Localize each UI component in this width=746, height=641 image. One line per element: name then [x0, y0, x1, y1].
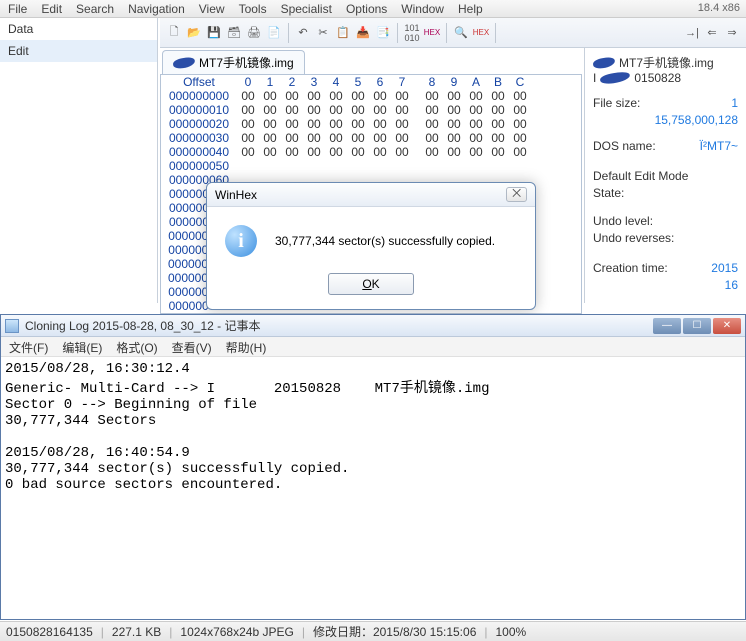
winhex-dialog: WinHex ⨉ i 30,777,344 sector(s) successf…	[206, 182, 536, 310]
status-bar: 0150828164135| 227.1 KB| 1024x768x24b JP…	[0, 621, 746, 641]
dialog-message: 30,777,344 sector(s) successfully copied…	[275, 234, 495, 248]
undo-level-label: Undo level:	[593, 214, 653, 228]
dos-name-value: Ï²MT7~	[700, 139, 738, 153]
tb-prop-icon[interactable]: 📄	[266, 25, 282, 41]
file-size-label: File size:	[593, 96, 640, 110]
tb-bin-icon[interactable]: 101010	[404, 25, 420, 41]
version-label: 18.4 x86	[698, 2, 740, 14]
left-item-edit[interactable]: Edit	[0, 40, 157, 62]
prop-filename: MT7手机镜像.img	[619, 54, 714, 71]
undo-reverses-label: Undo reverses:	[593, 231, 674, 245]
dialog-close-icon[interactable]: ⨉	[506, 187, 527, 202]
close-button[interactable]: ✕	[713, 318, 741, 334]
tb-paste-icon[interactable]: 📥	[355, 25, 371, 41]
status-1: 0150828164135	[6, 625, 93, 639]
notepad-text[interactable]: 2015/08/28, 16:30:12.4 Generic- Multi-Ca…	[1, 357, 745, 497]
menu-file[interactable]: File	[8, 2, 27, 16]
tb-save-icon[interactable]: 💾	[206, 25, 222, 41]
tb-new-icon[interactable]: 🗋	[166, 25, 182, 41]
toolbar: 🗋 📂 💾 🗃 🖨 📄 ↶ ✂ 📋 📥 📑 101010 HEX 🔍 HEX →…	[160, 18, 746, 48]
left-item-data[interactable]: Data	[0, 18, 157, 40]
tb-print-icon[interactable]: 🖨	[246, 25, 262, 41]
menu-help[interactable]: Help	[458, 2, 483, 16]
notepad-icon	[5, 319, 19, 333]
np-menu-edit[interactable]: 编辑(E)	[62, 339, 102, 354]
menu-navigation[interactable]: Navigation	[128, 2, 185, 16]
tb-hex-icon[interactable]: HEX	[424, 25, 440, 41]
notepad-titlebar[interactable]: Cloning Log 2015-08-28, 08_30_12 - 记事本 —…	[1, 315, 745, 337]
creation-time-1: 2015	[711, 261, 738, 275]
status-5: 100%	[496, 625, 527, 639]
np-menu-view[interactable]: 查看(V)	[172, 339, 212, 354]
file-tab-label: MT7手机镜像.img	[199, 54, 294, 71]
creation-time-2: 16	[725, 278, 738, 292]
menu-search[interactable]: Search	[76, 2, 114, 16]
notepad-title: Cloning Log 2015-08-28, 08_30_12 - 记事本	[25, 317, 261, 334]
menu-options[interactable]: Options	[346, 2, 387, 16]
status-4: 修改日期：2015/8/30 15:15:06	[313, 623, 476, 640]
status-3: 1024x768x24b JPEG	[180, 625, 293, 639]
tb-goto-icon[interactable]: →|	[684, 25, 700, 41]
left-panel: Data Edit	[0, 18, 158, 303]
np-menu-help[interactable]: 帮助(H)	[226, 339, 267, 354]
menu-view[interactable]: View	[199, 2, 225, 16]
tb-findhex-icon[interactable]: HEX	[473, 25, 489, 41]
file-tab[interactable]: MT7手机镜像.img	[162, 50, 305, 74]
file-size-top: 1	[731, 96, 738, 110]
tb-sep	[495, 23, 496, 43]
dialog-title: WinHex	[215, 188, 257, 202]
tb-saveall-icon[interactable]: 🗃	[226, 25, 242, 41]
creation-time-label: Creation time:	[593, 261, 668, 275]
prop-date: 0150828	[634, 71, 681, 85]
np-menu-format[interactable]: 格式(O)	[116, 339, 157, 354]
tb-undo-icon[interactable]: ↶	[295, 25, 311, 41]
maximize-button[interactable]: ☐	[683, 318, 711, 334]
state-label: State:	[593, 186, 624, 200]
redact-icon	[172, 56, 195, 69]
tb-back-icon[interactable]: ⇐	[704, 25, 720, 41]
tb-find-icon[interactable]: 🔍	[453, 25, 469, 41]
tb-sep	[288, 23, 289, 43]
redact-icon	[592, 56, 615, 69]
np-menu-file[interactable]: 文件(F)	[9, 339, 48, 354]
dos-name-label: DOS name:	[593, 139, 656, 153]
dialog-titlebar[interactable]: WinHex ⨉	[207, 183, 535, 207]
status-2: 227.1 KB	[112, 625, 161, 639]
menu-edit[interactable]: Edit	[41, 2, 62, 16]
menu-specialist[interactable]: Specialist	[281, 2, 332, 16]
menu-window[interactable]: Window	[401, 2, 444, 16]
tb-sep	[397, 23, 398, 43]
menu-tools[interactable]: Tools	[239, 2, 267, 16]
redact-icon	[600, 71, 631, 85]
minimize-button[interactable]: —	[653, 318, 681, 334]
tb-copy-icon[interactable]: 📋	[335, 25, 351, 41]
properties-panel: MT7手机镜像.img I0150828 File size:1 15,758,…	[584, 48, 746, 303]
main-menubar: File Edit Search Navigation View Tools S…	[0, 0, 746, 18]
ok-button[interactable]: OK	[328, 273, 414, 295]
tb-fwd-icon[interactable]: ⇒	[724, 25, 740, 41]
notepad-menubar: 文件(F) 编辑(E) 格式(O) 查看(V) 帮助(H)	[1, 337, 745, 357]
tb-cut-icon[interactable]: ✂	[315, 25, 331, 41]
edit-mode-label: Default Edit Mode	[593, 169, 688, 183]
notepad-window: Cloning Log 2015-08-28, 08_30_12 - 记事本 —…	[0, 314, 746, 620]
tb-open-icon[interactable]: 📂	[186, 25, 202, 41]
tb-clip3-icon[interactable]: 📑	[375, 25, 391, 41]
info-icon: i	[225, 225, 257, 257]
file-size-value: 15,758,000,128	[655, 113, 738, 127]
tb-sep	[446, 23, 447, 43]
